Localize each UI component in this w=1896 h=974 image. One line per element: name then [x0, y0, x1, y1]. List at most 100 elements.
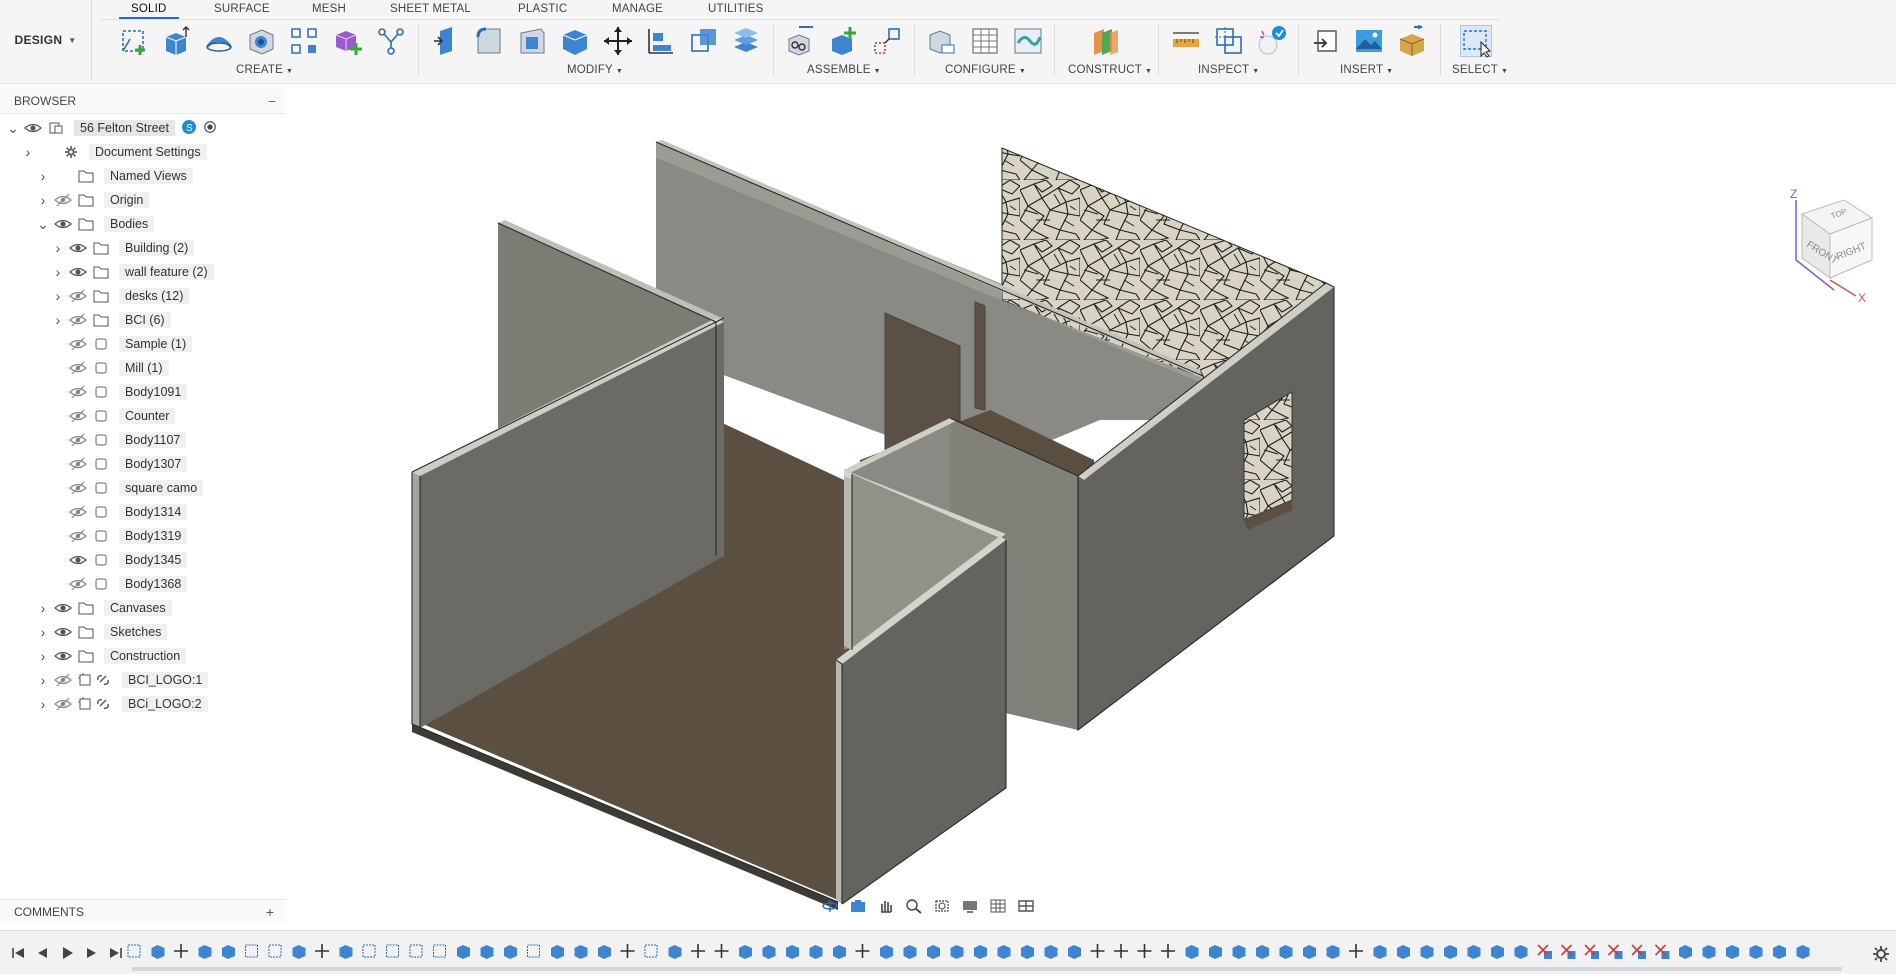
- display-settings-icon[interactable]: [958, 896, 982, 916]
- timeline-feature-icon[interactable]: [433, 944, 446, 958]
- insert-canvas-icon[interactable]: [1353, 25, 1385, 57]
- timeline-feature-icon[interactable]: [691, 944, 705, 958]
- timeline-feature-icon[interactable]: [950, 945, 964, 959]
- chevron-down-icon[interactable]: ⌄: [6, 120, 20, 137]
- tab-plastic[interactable]: PLASTIC: [518, 3, 567, 15]
- window-select-icon[interactable]: [1460, 25, 1492, 58]
- timeline-feature-icon[interactable]: [386, 944, 399, 958]
- tree-item-bci-6[interactable]: › BCI (6): [51, 309, 171, 331]
- tree-item-body1368[interactable]: Body1368: [51, 573, 188, 595]
- pan-icon[interactable]: [874, 896, 898, 916]
- tab-surface[interactable]: SURFACE: [214, 3, 270, 15]
- timeline-feature-icon[interactable]: [1068, 945, 1081, 959]
- tree-item-body1319[interactable]: Body1319: [51, 525, 188, 547]
- shell-icon[interactable]: [559, 25, 591, 57]
- tree-item-body1091[interactable]: Body1091: [51, 381, 188, 403]
- timeline-feature-icon[interactable]: [174, 944, 188, 958]
- tab-utilities[interactable]: UTILITIES: [708, 3, 763, 15]
- group-inspect[interactable]: INSPECT ▼: [1198, 64, 1259, 76]
- timeline-feature-icon[interactable]: [1584, 944, 1599, 959]
- align-icon[interactable]: [645, 25, 677, 57]
- timeline-feature-icon[interactable]: [974, 945, 987, 959]
- replace-face-icon[interactable]: [730, 25, 762, 57]
- model-render[interactable]: [286, 84, 1896, 924]
- tree-item-building-2[interactable]: › Building (2): [51, 237, 195, 259]
- derive-icon[interactable]: [375, 25, 407, 57]
- workspace-switcher[interactable]: DESIGN ▼: [0, 0, 92, 80]
- chevron-right-icon[interactable]: ›: [36, 672, 50, 688]
- tree-item-body1345[interactable]: Body1345: [51, 549, 188, 571]
- eye-hidden-icon[interactable]: [69, 385, 87, 399]
- eye-hidden-icon[interactable]: [69, 481, 87, 495]
- revolve-icon[interactable]: [203, 25, 235, 57]
- tree-item-counter[interactable]: Counter: [51, 405, 176, 427]
- tab-mesh[interactable]: MESH: [312, 3, 346, 15]
- timeline-feature-icon[interactable]: [644, 944, 658, 958]
- fillet-icon[interactable]: [473, 25, 505, 57]
- eye-icon[interactable]: [69, 241, 87, 255]
- hole-icon[interactable]: [245, 25, 277, 57]
- tab-solid[interactable]: SOLID: [119, 3, 178, 19]
- eye-hidden-icon[interactable]: [69, 529, 87, 543]
- configure-design-icon[interactable]: [926, 25, 958, 57]
- eye-hidden-icon[interactable]: [69, 337, 87, 351]
- tree-item-body1107[interactable]: Body1107: [51, 429, 187, 451]
- chevron-right-icon[interactable]: ›: [51, 240, 65, 256]
- chevron-right-icon[interactable]: ›: [36, 192, 50, 208]
- offset-plane-icon[interactable]: [1090, 25, 1122, 57]
- fit-icon[interactable]: [930, 896, 954, 916]
- group-construct[interactable]: CONSTRUCT ▼: [1068, 64, 1152, 76]
- orbit-icon[interactable]: [818, 896, 842, 916]
- timeline-feature-icon[interactable]: [362, 944, 376, 958]
- timeline-features[interactable]: [126, 941, 1846, 963]
- browser-root-item[interactable]: ⌄ 56 Felton Street S: [6, 117, 217, 139]
- timeline-feature-icon[interactable]: [1137, 944, 1152, 958]
- activate-radio-icon[interactable]: [203, 120, 217, 137]
- timeline-feature-icon[interactable]: [1256, 945, 1269, 959]
- timeline-feature-icon[interactable]: [620, 944, 635, 958]
- group-assemble[interactable]: ASSEMBLE ▼: [807, 64, 881, 76]
- eye-icon[interactable]: [54, 649, 72, 663]
- eye-hidden-icon[interactable]: [54, 697, 72, 711]
- move-icon[interactable]: [602, 25, 634, 57]
- tree-item-bci-logo-1[interactable]: › BCI_LOGO:1: [36, 669, 209, 691]
- insert-derive-icon[interactable]: [1310, 25, 1342, 57]
- eye-hidden-icon[interactable]: [69, 505, 87, 519]
- tree-item-named-views[interactable]: › Named Views: [36, 165, 193, 187]
- timeline-feature-icon[interactable]: [1232, 945, 1246, 959]
- create-form-icon[interactable]: [332, 25, 364, 57]
- tree-item-square-camo[interactable]: square camo: [51, 477, 204, 499]
- step-forward-icon[interactable]: [82, 945, 100, 961]
- timeline-feature-icon[interactable]: [268, 944, 282, 958]
- timeline-feature-icon[interactable]: [1420, 945, 1434, 959]
- tree-item-construction[interactable]: › Construction: [36, 645, 187, 667]
- tree-item-bodies[interactable]: ⌄ Bodies: [36, 213, 155, 235]
- eye-hidden-icon[interactable]: [69, 361, 87, 375]
- timeline-feature-icon[interactable]: [527, 944, 540, 958]
- eye-hidden-icon[interactable]: [69, 433, 87, 447]
- measure-icon[interactable]: [1170, 25, 1202, 57]
- insert-mcmaster-icon[interactable]: [1396, 25, 1428, 57]
- timeline-feature-icon[interactable]: [1044, 945, 1058, 959]
- interference-icon[interactable]: [1213, 25, 1245, 57]
- timeline-feature-icon[interactable]: [1654, 944, 1670, 959]
- collapse-icon[interactable]: −: [268, 93, 276, 109]
- tree-item-wall-feature-2[interactable]: › wall feature (2): [51, 261, 214, 283]
- timeline-feature-icon[interactable]: [1679, 945, 1692, 959]
- tab-sheet-metal[interactable]: SHEET METAL: [390, 3, 471, 15]
- eye-hidden-icon[interactable]: [54, 673, 72, 687]
- tree-item-document-settings[interactable]: › Document Settings: [21, 141, 207, 163]
- timeline-feature-icon[interactable]: [1185, 945, 1199, 959]
- timeline-feature-icon[interactable]: [315, 944, 329, 958]
- chevron-right-icon[interactable]: ›: [51, 288, 65, 304]
- eye-icon[interactable]: [24, 121, 42, 135]
- as-built-joint-icon[interactable]: [871, 25, 903, 57]
- pattern-icon[interactable]: [288, 25, 320, 57]
- tree-item-sketches[interactable]: › Sketches: [36, 621, 168, 643]
- timeline-feature-icon[interactable]: [409, 944, 423, 958]
- timeline-feature-icon[interactable]: [1537, 944, 1552, 959]
- timeline-feature-icon[interactable]: [292, 945, 306, 959]
- go-to-end-icon[interactable]: [106, 945, 124, 961]
- timeline-feature-icon[interactable]: [880, 945, 893, 959]
- step-back-icon[interactable]: [34, 945, 52, 961]
